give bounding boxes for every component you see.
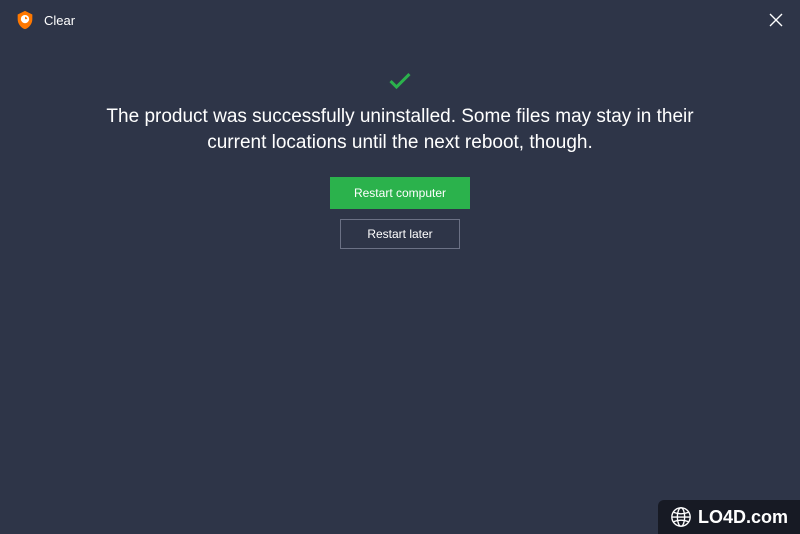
globe-icon xyxy=(670,506,692,528)
checkmark-icon xyxy=(386,66,414,94)
titlebar: Clear xyxy=(0,0,800,40)
success-message: The product was successfully uninstalled… xyxy=(75,104,725,155)
restart-computer-button[interactable]: Restart computer xyxy=(330,177,470,209)
app-title: Clear xyxy=(44,13,75,28)
watermark-text: LO4D.com xyxy=(698,507,788,528)
watermark: LO4D.com xyxy=(658,500,800,534)
titlebar-left: Clear xyxy=(14,9,75,31)
restart-later-button[interactable]: Restart later xyxy=(340,219,460,249)
main-content: The product was successfully uninstalled… xyxy=(0,40,800,249)
button-group: Restart computer Restart later xyxy=(330,177,470,249)
close-icon xyxy=(768,12,784,28)
avast-logo-icon xyxy=(14,9,36,31)
close-button[interactable] xyxy=(766,10,786,30)
